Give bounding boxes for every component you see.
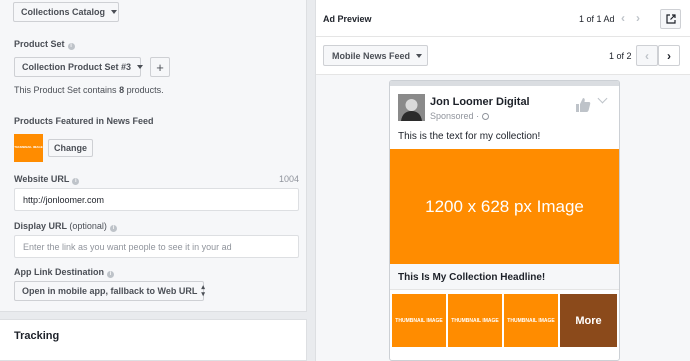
product-thumbnail-2[interactable]: THUMBNAIL IMAGE [448, 294, 502, 347]
sponsored-label: Sponsored · [430, 111, 489, 121]
info-icon: i [107, 271, 114, 278]
featured-product-thumbnail: THUMBNAIL IMAGE [14, 134, 43, 162]
website-url-char-counter: 1004 [279, 174, 300, 184]
product-set-select-label: Collection Product Set #3 [22, 62, 132, 72]
website-url-label: Website URL i [14, 174, 80, 185]
featured-products-label: Products Featured in News Feed [14, 116, 154, 126]
globe-icon [481, 113, 489, 120]
page-counter: 1 of 2 [609, 51, 632, 61]
more-products-tile[interactable]: More [560, 294, 617, 347]
chevron-left-icon[interactable]: ‹ [621, 11, 625, 25]
caret-down-icon [416, 53, 423, 58]
display-url-input[interactable]: Enter the link as you want people to see… [14, 235, 299, 258]
caret-down-icon [111, 10, 118, 14]
placement-select[interactable]: Mobile News Feed [323, 45, 428, 66]
hero-image-label: 1200 x 628 px Image [425, 196, 584, 216]
website-url-input[interactable]: http://jonloomer.com [14, 188, 299, 211]
add-product-set-button[interactable]: + [150, 57, 170, 77]
sort-arrows-icon: ▴ ▾ [201, 284, 205, 298]
catalog-select-label: Collections Catalog [21, 7, 106, 17]
info-icon: i [67, 43, 75, 50]
display-url-placeholder: Enter the link as you want people to see… [23, 241, 232, 252]
ad-counter: 1 of 1 Ad [579, 14, 615, 24]
product-set-info: This Product Set contains 8 products. [14, 85, 164, 95]
chevron-right-icon[interactable]: › [636, 11, 640, 25]
chevron-left-icon: ‹ [645, 48, 649, 63]
app-link-destination-label: App Link Destination i [14, 267, 114, 278]
mobile-news-feed-preview: Jon Loomer Digital Sponsored · This is t… [389, 80, 620, 361]
change-button-label: Change [53, 143, 87, 153]
avatar [398, 94, 425, 121]
change-button[interactable]: Change [48, 139, 93, 157]
info-icon: i [72, 178, 80, 185]
app-link-destination-select[interactable]: Open in mobile app, fallback to Web URL … [14, 281, 205, 301]
external-link-icon [665, 14, 676, 24]
hero-image[interactable]: 1200 x 628 px Image [390, 149, 619, 264]
product-set-label: Product Set i [14, 39, 75, 50]
next-page-button[interactable]: › [658, 45, 680, 66]
post-options-chevron-icon[interactable] [597, 93, 608, 104]
info-icon: i [109, 225, 117, 232]
header-divider [316, 36, 690, 37]
product-thumbnail-3[interactable]: THUMBNAIL IMAGE [504, 294, 558, 347]
ad-preview-title: Ad Preview [323, 14, 372, 24]
phone-top-bar [390, 81, 619, 86]
open-external-button[interactable] [660, 9, 681, 29]
thumbs-up-icon[interactable] [575, 97, 591, 113]
post-body-text: This is the text for my collection! [398, 131, 541, 142]
product-thumbnail-1[interactable]: THUMBNAIL IMAGE [392, 294, 446, 347]
caret-down-icon [137, 65, 144, 69]
previous-page-button[interactable]: ‹ [636, 45, 658, 66]
collection-headline: This Is My Collection Headline! [398, 272, 546, 283]
tracking-section: Tracking [0, 319, 307, 361]
product-set-select[interactable]: Collection Product Set #3 [14, 57, 144, 77]
placement-select-label: Mobile News Feed [332, 50, 411, 61]
page-name[interactable]: Jon Loomer Digital [430, 96, 530, 108]
app-link-destination-value: Open in mobile app, fallback to Web URL [22, 286, 198, 296]
display-url-label: Display URL (optional) i [14, 221, 117, 232]
website-url-value: http://jonloomer.com [23, 194, 105, 205]
catalog-select[interactable]: Collections Catalog [13, 2, 119, 22]
tracking-title: Tracking [14, 330, 60, 342]
chevron-right-icon: › [667, 48, 671, 63]
more-label: More [575, 314, 602, 327]
plus-icon: + [156, 59, 164, 75]
